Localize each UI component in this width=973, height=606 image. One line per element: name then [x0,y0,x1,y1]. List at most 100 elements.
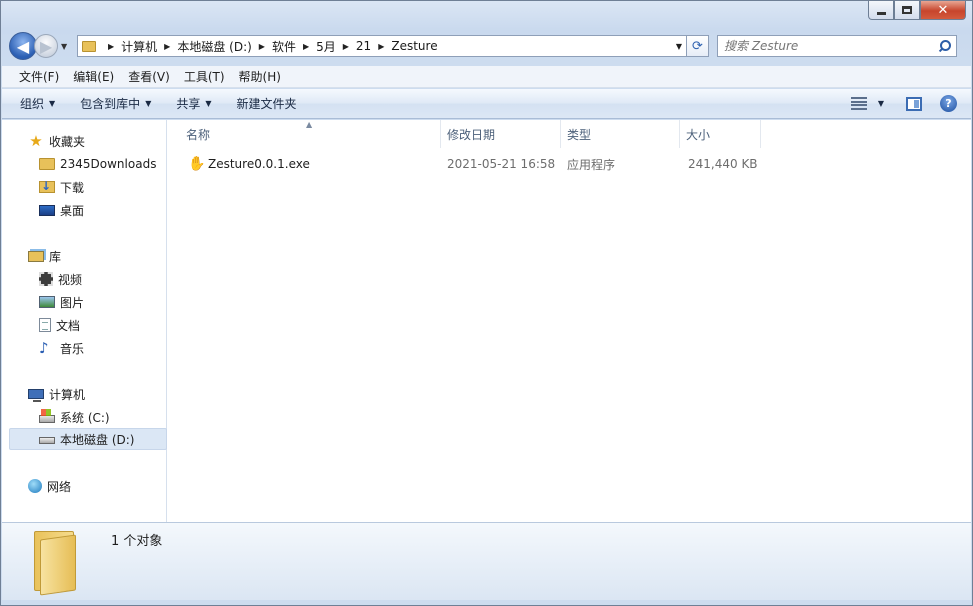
column-header-label: 大小 [686,127,711,142]
include-in-library-button[interactable]: 包含到库中 ▼ [80,95,151,112]
star-icon: ★ [29,132,43,150]
desktop-icon [39,204,55,216]
address-dropdown[interactable]: ▼ [672,42,686,51]
column-header-name[interactable]: 名称 [168,120,441,148]
view-options-dropdown[interactable]: ▼ [873,99,884,108]
file-modified: 2021-05-21 16:58 [447,157,556,171]
menu-bar: 文件(F) 编辑(E) 查看(V) 工具(T) 帮助(H) [2,66,971,88]
file-name-cell[interactable]: ✋ Zesture0.0.1.exe [188,154,310,174]
breadcrumb-separator[interactable]: ▶ [378,42,384,51]
explorer-window: ✕ ◀ ▶ ▼ ▶ 计算机 ▶ 本地磁盘 (D:) ▶ 软件 ▶ 5月 ▶ 21… [0,0,973,606]
maximize-icon [902,6,912,14]
back-button[interactable]: ◀ [9,32,37,60]
file-row[interactable]: ✋ Zesture0.0.1.exe 2021-05-21 16:58 应用程序… [168,154,971,174]
sidebar-item-drive-d[interactable]: 本地磁盘 (D:) [9,428,167,450]
folder-icon [32,531,78,596]
include-library-label: 包含到库中 [80,97,141,111]
sidebar-item-documents[interactable]: 文档 [39,314,80,336]
sidebar-item-label: 2345Downloads [60,157,157,171]
sidebar-item-desktop[interactable]: 桌面 [39,199,84,221]
organize-button[interactable]: 组织 ▼ [20,95,55,112]
sidebar-item-label: 本地磁盘 (D:) [60,432,135,447]
search-icon[interactable] [938,40,951,52]
command-bar: 组织 ▼ 包含到库中 ▼ 共享 ▼ 新建文件夹 ▼ ? [2,89,971,119]
sidebar-item-pictures[interactable]: 图片 [39,291,84,313]
breadcrumb-software[interactable]: 软件 [272,38,296,55]
menu-help[interactable]: 帮助(H) [232,68,288,85]
sidebar-item-label: 下载 [60,180,85,195]
search-box[interactable] [717,35,957,57]
sidebar-item-drive-c[interactable]: 系统 (C:) [39,406,110,428]
forward-arrow-icon: ▶ [39,36,53,56]
breadcrumb-drive-d[interactable]: 本地磁盘 (D:) [177,38,251,55]
column-header-label: 名称 [186,127,211,142]
share-label: 共享 [176,97,201,111]
sort-ascending-icon: ▲ [306,120,313,129]
recent-pages-dropdown[interactable]: ▼ [61,42,73,51]
sidebar-item-libraries[interactable]: 库 [28,245,61,267]
breadcrumb-separator[interactable]: ▶ [303,42,309,51]
sidebar-item-downloads[interactable]: 下载 [39,176,84,198]
sidebar-item-computer[interactable]: 计算机 [28,383,85,405]
sidebar-item-label: 图片 [60,295,85,310]
organize-label: 组织 [20,97,45,111]
file-list[interactable]: 名称 ▲ 修改日期 类型 大小 ✋ Zesture0.0.1.exe 2021-… [168,120,971,522]
search-input[interactable] [724,39,938,53]
content-area: ★收藏夹 2345Downloads 下载 桌面 库 视频 图片 文档 ♪音乐 … [2,120,971,522]
chevron-down-icon: ▼ [205,99,212,108]
breadcrumb-21[interactable]: 21 [356,39,371,53]
column-header-label: 类型 [567,127,592,142]
refresh-button[interactable]: ⟳ [687,35,709,57]
caption-buttons: ✕ [868,1,966,20]
menu-view[interactable]: 查看(V) [121,68,177,85]
breadcrumb-zesture[interactable]: Zesture [391,39,437,53]
sidebar-item-favorites[interactable]: ★ 收藏夹 [28,130,85,152]
maximize-button[interactable] [894,1,920,20]
change-view-icon[interactable] [850,97,867,110]
column-header-modified[interactable]: 修改日期 [441,120,561,148]
new-folder-button[interactable]: 新建文件夹 [237,95,297,112]
breadcrumb-separator[interactable]: ▶ [108,42,114,51]
video-icon [39,272,53,286]
close-button[interactable]: ✕ [920,1,966,20]
chevron-down-icon: ▼ [49,99,56,108]
breadcrumb-separator[interactable]: ▶ [259,42,265,51]
forward-button[interactable]: ▶ [34,34,58,58]
minimize-button[interactable] [868,1,894,20]
sidebar-item-music[interactable]: ♪ 音乐 [39,337,84,359]
system-drive-icon [39,409,55,423]
library-icon [28,250,44,262]
downloads-folder-icon [39,179,55,193]
menu-file[interactable]: 文件(F) [12,68,66,85]
sidebar-item-label: 视频 [58,272,83,287]
close-icon: ✕ [937,2,949,18]
share-button[interactable]: 共享 ▼ [176,95,211,112]
preview-pane-icon[interactable] [906,96,922,111]
sidebar-item-2345downloads[interactable]: 2345Downloads [39,153,156,175]
menu-tools[interactable]: 工具(T) [177,68,232,85]
folder-icon [39,158,55,170]
breadcrumb-separator[interactable]: ▶ [164,42,170,51]
details-pane: 1 个对象 [2,522,971,600]
back-arrow-icon: ◀ [16,36,30,56]
breadcrumb-computer[interactable]: 计算机 [121,38,157,55]
hard-drive-icon [39,437,55,444]
file-name: Zesture0.0.1.exe [208,157,310,171]
sidebar-item-videos[interactable]: 视频 [39,268,82,290]
breadcrumb-may[interactable]: 5月 [316,38,336,55]
column-header-type[interactable]: 类型 [561,120,680,148]
file-size: 241,440 KB [688,157,758,171]
column-header-label: 修改日期 [447,127,496,142]
document-icon [39,318,51,332]
address-bar[interactable]: ▶ 计算机 ▶ 本地磁盘 (D:) ▶ 软件 ▶ 5月 ▶ 21 ▶ Zestu… [77,35,687,57]
navigation-pane[interactable]: ★收藏夹 2345Downloads 下载 桌面 库 视频 图片 文档 ♪音乐 … [2,120,167,522]
sidebar-item-network[interactable]: 网络 [28,475,71,497]
help-icon[interactable]: ? [940,95,957,112]
menu-edit[interactable]: 编辑(E) [66,68,121,85]
column-header-size[interactable]: 大小 [680,120,761,148]
address-row: ◀ ▶ ▼ ▶ 计算机 ▶ 本地磁盘 (D:) ▶ 软件 ▶ 5月 ▶ 21 ▶… [9,31,964,61]
refresh-icon: ⟳ [692,38,703,54]
sidebar-item-label: 网络 [47,479,72,494]
breadcrumb-separator[interactable]: ▶ [343,42,349,51]
sidebar-item-label: 文档 [56,318,81,333]
